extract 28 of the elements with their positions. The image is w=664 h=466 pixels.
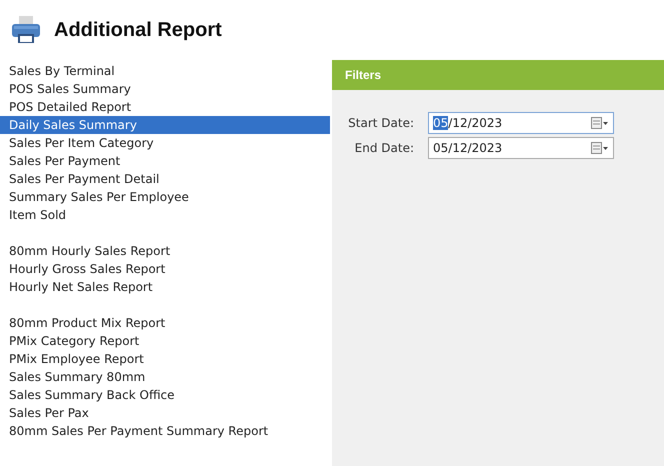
report-list-item[interactable]: Sales Summary Back Office — [0, 386, 330, 404]
report-list-item[interactable]: Sales Per Item Category — [0, 134, 330, 152]
report-list-item[interactable]: Daily Sales Summary — [0, 116, 330, 134]
report-list-item[interactable]: Hourly Net Sales Report — [0, 278, 330, 296]
printer-icon — [10, 15, 42, 45]
filters-title: Filters — [345, 68, 382, 82]
report-list-item[interactable]: Sales Per Pax — [0, 404, 330, 422]
calendar-dropdown-icon[interactable] — [591, 142, 609, 154]
report-list-item[interactable]: Sales Per Payment — [0, 152, 330, 170]
report-list-item[interactable]: Sales Summary 80mm — [0, 368, 330, 386]
date-field[interactable]: 05/12/2023 — [428, 112, 614, 134]
report-list-item[interactable]: Sales By Terminal — [0, 62, 330, 80]
report-list-item[interactable]: 80mm Sales Per Payment Summary Report — [0, 422, 330, 440]
report-list-item[interactable]: PMix Category Report — [0, 332, 330, 350]
report-list-item[interactable]: PMix Employee Report — [0, 350, 330, 368]
report-list-item[interactable]: 80mm Product Mix Report — [0, 314, 330, 332]
report-list-item[interactable]: Hourly Gross Sales Report — [0, 260, 330, 278]
date-label: Start Date: — [347, 116, 414, 130]
date-field[interactable]: 05/12/2023 — [428, 137, 614, 159]
report-list-item[interactable]: Sales Per Payment Detail — [0, 170, 330, 188]
report-list-item[interactable]: 80mm Hourly Sales Report — [0, 242, 330, 260]
date-label: End Date: — [354, 141, 414, 155]
report-list-item[interactable]: POS Detailed Report — [0, 98, 330, 116]
page-title: Additional Report — [54, 18, 222, 42]
report-list-item[interactable]: POS Sales Summary — [0, 80, 330, 98]
report-list-item[interactable]: Item Sold — [0, 206, 330, 224]
report-list-item[interactable]: Summary Sales Per Employee — [0, 188, 330, 206]
calendar-dropdown-icon[interactable] — [591, 117, 609, 129]
